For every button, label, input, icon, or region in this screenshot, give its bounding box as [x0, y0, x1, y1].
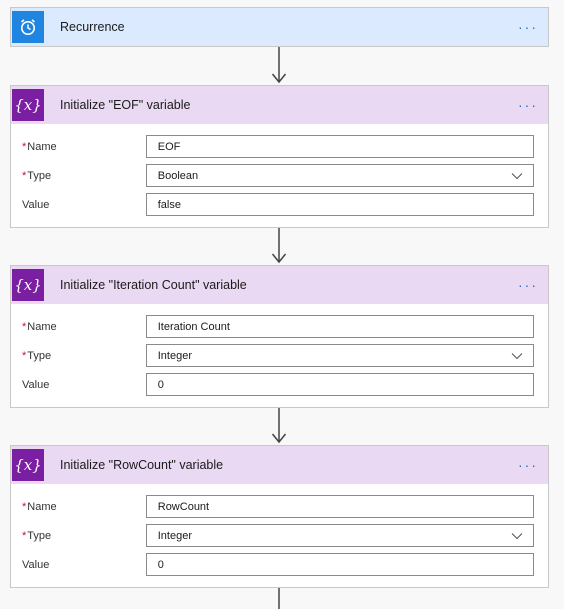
action-title: Initialize "RowCount" variable — [60, 458, 224, 472]
type-label: *Type — [22, 529, 52, 542]
alarm-clock-icon — [12, 11, 44, 43]
chevron-down-icon — [511, 532, 523, 539]
type-select[interactable]: Integer — [145, 524, 534, 547]
chevron-down-icon — [511, 352, 523, 359]
type-row: *Type Integer — [22, 521, 534, 550]
initialize-eof-variable-card[interactable]: {x} Initialize "EOF" variable ··· *Name … — [10, 85, 549, 228]
more-options-button[interactable]: ··· — [518, 20, 538, 34]
more-options-button[interactable]: ··· — [518, 278, 538, 292]
action-title: Initialize "Iteration Count" variable — [60, 278, 247, 292]
value-input[interactable]: false — [145, 193, 534, 216]
more-options-button[interactable]: ··· — [518, 98, 538, 112]
variable-icon: {x} — [12, 89, 44, 121]
name-label: *Name — [22, 320, 57, 333]
name-label: *Name — [22, 500, 57, 513]
type-value: Boolean — [157, 169, 199, 182]
name-row: *Name Iteration Count — [22, 312, 534, 341]
value-row: Value 0 — [22, 370, 534, 399]
flow-arrow-icon — [271, 408, 287, 444]
type-label: *Type — [22, 169, 52, 182]
name-row: *Name RowCount — [22, 492, 534, 521]
value-label: Value — [22, 378, 50, 391]
action-header[interactable]: {x} Initialize "Iteration Count" variabl… — [11, 266, 548, 304]
initialize-iteration-count-variable-card[interactable]: {x} Initialize "Iteration Count" variabl… — [10, 265, 549, 408]
flow-connector-line — [278, 588, 280, 609]
initialize-rowcount-variable-card[interactable]: {x} Initialize "RowCount" variable ··· *… — [10, 445, 549, 588]
name-label: *Name — [22, 140, 57, 153]
name-input[interactable]: EOF — [145, 135, 534, 158]
variable-icon: {x} — [12, 269, 44, 301]
name-input[interactable]: Iteration Count — [145, 315, 534, 338]
type-select[interactable]: Integer — [145, 344, 534, 367]
more-options-button[interactable]: ··· — [518, 458, 538, 472]
value-input[interactable]: 0 — [145, 553, 534, 576]
value-row: Value 0 — [22, 550, 534, 579]
recurrence-header[interactable]: Recurrence ··· — [11, 8, 548, 46]
type-value: Integer — [157, 529, 192, 542]
type-row: *Type Integer — [22, 341, 534, 370]
type-value: Integer — [157, 349, 192, 362]
variable-icon: {x} — [12, 449, 44, 481]
type-row: *Type Boolean — [22, 161, 534, 190]
chevron-down-icon — [511, 172, 523, 179]
action-title: Initialize "EOF" variable — [60, 98, 191, 112]
action-header[interactable]: {x} Initialize "EOF" variable ··· — [11, 86, 548, 124]
recurrence-title: Recurrence — [60, 20, 125, 34]
recurrence-trigger-card[interactable]: Recurrence ··· — [10, 7, 549, 47]
name-row: *Name EOF — [22, 132, 534, 161]
value-label: Value — [22, 198, 50, 211]
type-select[interactable]: Boolean — [145, 164, 534, 187]
value-input[interactable]: 0 — [145, 373, 534, 396]
action-header[interactable]: {x} Initialize "RowCount" variable ··· — [11, 446, 548, 484]
type-label: *Type — [22, 349, 52, 362]
value-label: Value — [22, 558, 50, 571]
value-row: Value false — [22, 190, 534, 219]
flow-arrow-icon — [271, 47, 287, 84]
flow-arrow-icon — [271, 228, 287, 264]
name-input[interactable]: RowCount — [145, 495, 534, 518]
